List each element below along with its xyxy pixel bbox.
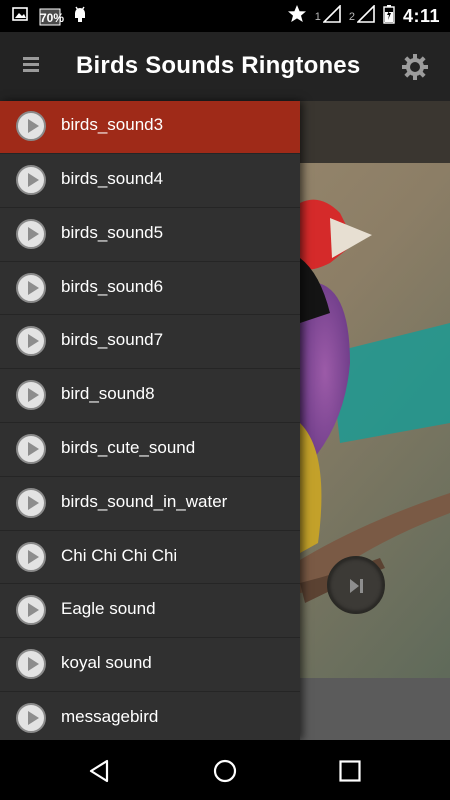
sound-item[interactable]: Eagle sound (0, 584, 300, 639)
hamburger-icon-line (23, 63, 39, 66)
menu-button[interactable] (20, 54, 42, 78)
play-icon[interactable] (16, 541, 46, 572)
home-button[interactable] (212, 758, 238, 784)
play-pause-icon (350, 579, 363, 593)
play-icon[interactable] (16, 702, 46, 733)
sound-item[interactable]: birds_sound7 (0, 315, 300, 370)
status-right: 1 2 4:11 (287, 4, 440, 29)
star-icon (287, 4, 307, 29)
signal-icon-1 (321, 4, 341, 28)
sound-item[interactable]: birds_sound5 (0, 208, 300, 262)
screen: 70% 1 2 4:11 Birds Sounds Ringtones bird… (0, 0, 450, 800)
navigation-bar (0, 740, 450, 800)
play-icon[interactable] (16, 218, 46, 249)
play-icon[interactable] (16, 111, 46, 141)
sound-label: bird_sound8 (61, 384, 155, 404)
status-left: 70% (12, 5, 88, 28)
sound-label: birds_sound6 (61, 276, 164, 296)
sound-label: Chi Chi Chi Chi (61, 545, 178, 565)
back-button[interactable] (87, 758, 113, 784)
sound-item[interactable]: koyal sound (0, 638, 300, 692)
sound-item[interactable]: birds_sound_in_water (0, 477, 300, 531)
recents-icon (339, 760, 361, 782)
sound-label: birds_sound4 (61, 169, 164, 188)
clock: 4:11 (402, 6, 440, 26)
sound-label: birds_sound_in_water (61, 491, 228, 511)
signal-icon-2 (356, 4, 375, 28)
play-icon[interactable] (16, 165, 46, 195)
sound-item[interactable]: bird_sound8 (0, 369, 300, 423)
sound-label: birds_sound7 (61, 330, 164, 350)
app-bar: Birds Sounds Ringtones (0, 32, 450, 101)
play-icon[interactable] (16, 433, 46, 464)
sound-label: koyal sound (61, 653, 152, 673)
play-pause-button[interactable] (327, 556, 385, 614)
play-icon[interactable] (16, 649, 46, 680)
sound-label: Eagle sound (61, 599, 156, 619)
android-debug-icon (72, 5, 88, 28)
play-icon[interactable] (16, 487, 46, 518)
sim1-label: 1 (314, 10, 321, 23)
play-icon[interactable] (16, 326, 46, 357)
image-notification-icon (12, 7, 28, 26)
navigation-drawer: birds_sound3 birds_sound4 birds_sound5bird… (0, 101, 300, 740)
sim2-label: 2 (348, 10, 355, 23)
sound-label: birds_cute_sound (61, 437, 196, 457)
sound-item[interactable]: Chi Chi Chi Chi (0, 531, 300, 585)
status-bar: 70% 1 2 4:11 (0, 0, 450, 32)
hamburger-icon-line (23, 69, 39, 72)
play-icon[interactable] (16, 272, 46, 303)
sound-item[interactable]: birds_cute_sound (0, 423, 300, 477)
gear-icon (402, 54, 428, 80)
sound-item[interactable]: birds_sound3 (0, 101, 300, 154)
sound-item[interactable]: birds_sound6 (0, 262, 300, 316)
back-icon (89, 759, 109, 783)
sound-item[interactable]: birds_sound4 (0, 154, 300, 208)
sound-label: birds_sound5 (61, 222, 164, 242)
hamburger-icon-line (23, 57, 39, 60)
sound-item[interactable]: messagebird (0, 692, 300, 740)
settings-button[interactable] (400, 52, 430, 82)
sound-label: birds_sound3 (61, 115, 164, 134)
app-title: Birds Sounds Ringtones (76, 52, 361, 79)
play-icon[interactable] (16, 380, 46, 411)
home-icon (213, 759, 237, 783)
battery-percent: 70% (40, 10, 65, 25)
battery-notification-icon: 70% (38, 7, 65, 27)
sound-label: messagebird (61, 706, 159, 726)
sound-list: birds_sound3 birds_sound4 birds_sound5bird… (0, 101, 300, 740)
play-icon[interactable] (16, 595, 46, 626)
recents-button[interactable] (337, 758, 363, 784)
battery-icon (383, 4, 395, 29)
